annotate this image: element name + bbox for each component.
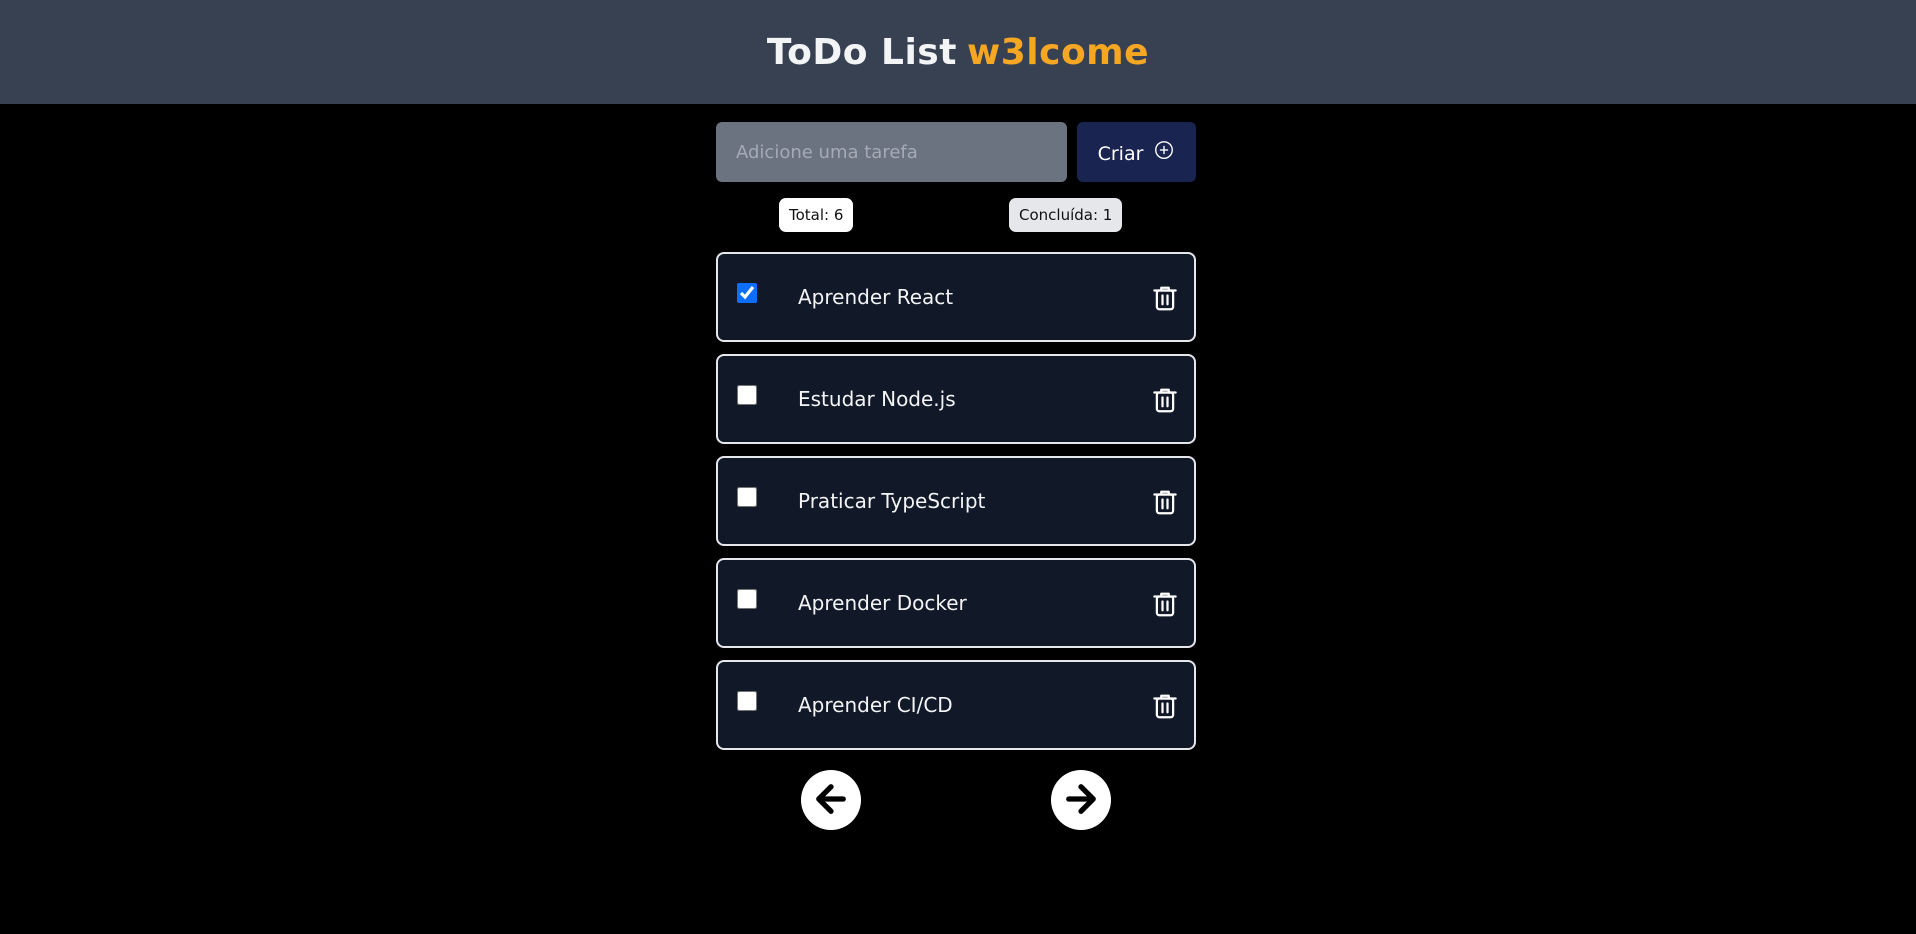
create-button-label: Criar — [1097, 143, 1144, 165]
task-label: Praticar TypeScript — [798, 489, 986, 513]
task-label: Aprender React — [798, 285, 954, 309]
arrow-left-icon — [810, 778, 852, 823]
done-count-badge: Concluída: 1 — [1009, 198, 1123, 232]
task-checkbox[interactable] — [737, 691, 757, 711]
create-task-button[interactable]: Criar — [1077, 122, 1196, 182]
task-label: Estudar Node.js — [798, 387, 956, 411]
task-item: Aprender CI/CD — [716, 660, 1196, 750]
todo-main: Criar Total: 6 Concluída: 1 Aprender Rea… — [716, 122, 1196, 830]
trash-icon[interactable] — [1150, 283, 1180, 313]
trash-icon[interactable] — [1150, 691, 1180, 721]
new-task-form: Criar — [716, 122, 1196, 182]
task-label: Aprender Docker — [798, 591, 967, 615]
task-label: Aprender CI/CD — [798, 693, 953, 717]
task-checkbox[interactable] — [737, 589, 757, 609]
title-accent-logo: w3lcome — [966, 31, 1150, 73]
new-task-input[interactable] — [716, 122, 1067, 182]
pagination — [716, 770, 1196, 830]
arrow-right-icon — [1060, 778, 1102, 823]
task-counters: Total: 6 Concluída: 1 — [716, 198, 1196, 232]
title-text: ToDo List — [766, 31, 957, 73]
task-checkbox[interactable] — [737, 283, 757, 303]
trash-icon[interactable] — [1150, 589, 1180, 619]
task-item: Estudar Node.js — [716, 354, 1196, 444]
plus-circle-icon — [1153, 139, 1175, 166]
task-item: Aprender React — [716, 252, 1196, 342]
task-item: Praticar TypeScript — [716, 456, 1196, 546]
page-title: ToDo List w3lcome — [767, 32, 1149, 73]
previous-page-button[interactable] — [801, 770, 861, 830]
task-item: Aprender Docker — [716, 558, 1196, 648]
task-checkbox[interactable] — [737, 385, 757, 405]
task-checkbox[interactable] — [737, 487, 757, 507]
app-header: ToDo List w3lcome — [0, 0, 1916, 104]
task-list: Aprender React Estudar Node.js Praticar … — [716, 252, 1196, 750]
total-count-badge: Total: 6 — [779, 198, 854, 232]
next-page-button[interactable] — [1051, 770, 1111, 830]
trash-icon[interactable] — [1150, 385, 1180, 415]
trash-icon[interactable] — [1150, 487, 1180, 517]
